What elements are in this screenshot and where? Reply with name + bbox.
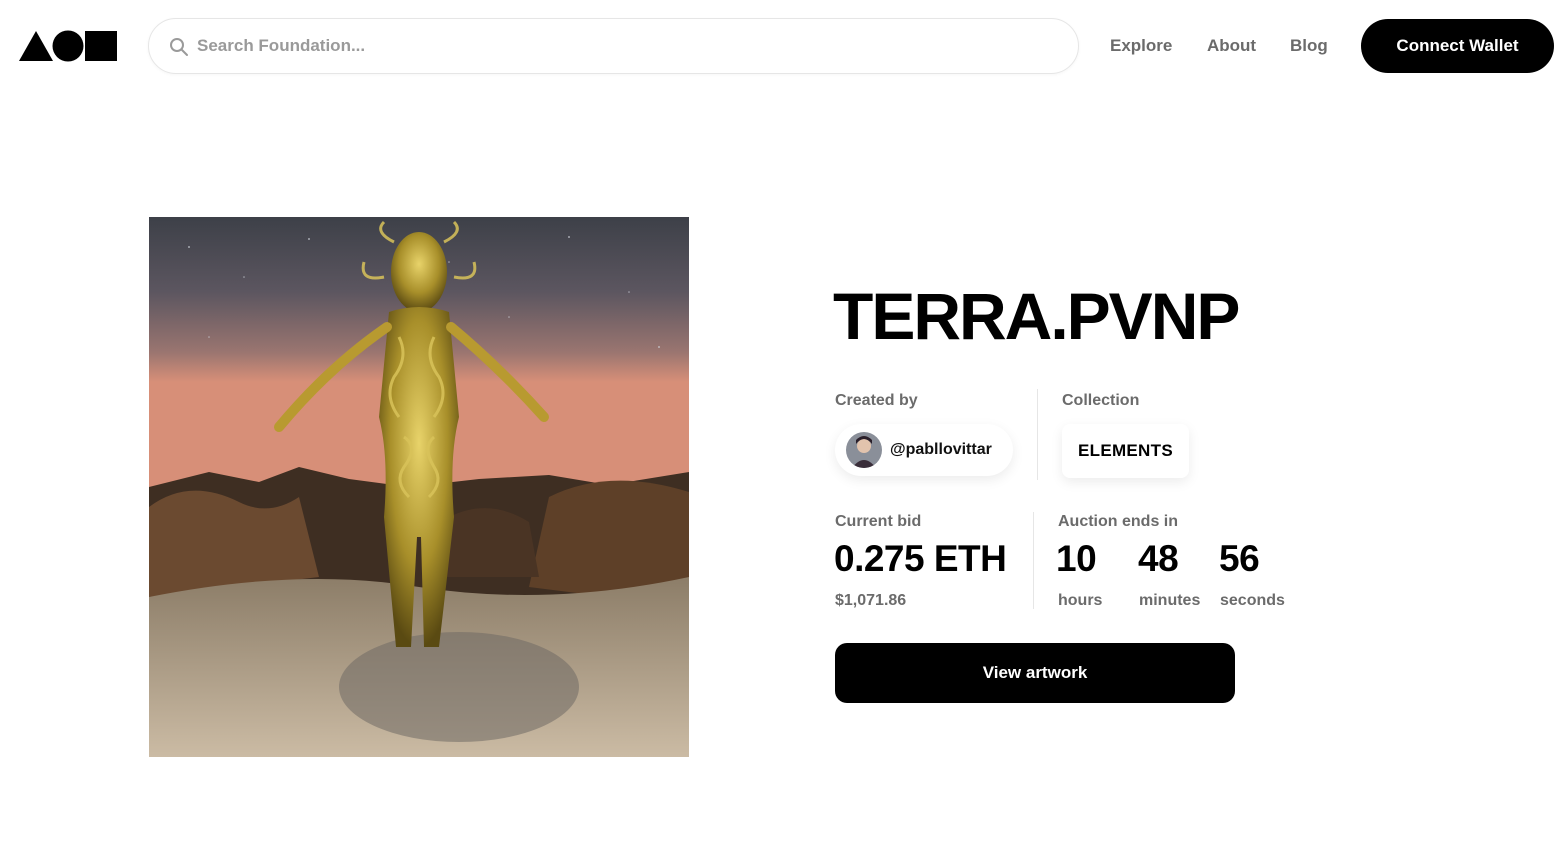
created-by-label: Created by <box>835 392 918 409</box>
artwork-image[interactable] <box>149 217 689 757</box>
search-bar[interactable] <box>148 18 1079 74</box>
search-input[interactable] <box>197 19 1057 73</box>
countdown-seconds-unit: seconds <box>1220 592 1285 609</box>
artwork-title: TERRA.PVNP <box>833 279 1240 353</box>
nav-explore[interactable]: Explore <box>1110 34 1172 58</box>
collection-name: ELEMENTS <box>1078 441 1173 460</box>
collection-label: Collection <box>1062 392 1140 409</box>
foundation-logo[interactable] <box>19 30 119 62</box>
current-bid-label: Current bid <box>835 513 922 530</box>
countdown-hours-unit: hours <box>1058 592 1103 609</box>
creator-username: @pabllovittar <box>890 441 992 458</box>
divider <box>1037 389 1038 480</box>
current-bid-value: 0.275 ETH <box>834 538 1007 579</box>
site-header: Explore About Blog Connect Wallet <box>0 0 1567 92</box>
countdown-minutes-unit: minutes <box>1139 592 1201 609</box>
avatar <box>846 432 882 468</box>
countdown-minutes: 48 <box>1138 538 1179 579</box>
countdown-hours: 10 <box>1056 538 1097 579</box>
current-bid-usd: $1,071.86 <box>835 592 907 609</box>
connect-wallet-button[interactable]: Connect Wallet <box>1361 19 1554 73</box>
view-artwork-button[interactable]: View artwork <box>835 643 1235 703</box>
countdown-seconds: 56 <box>1219 538 1260 579</box>
divider <box>1033 512 1034 609</box>
auction-ends-label: Auction ends in <box>1058 513 1178 530</box>
nav-about[interactable]: About <box>1207 34 1256 58</box>
collection-link[interactable]: ELEMENTS <box>1062 424 1189 478</box>
search-icon <box>170 38 188 56</box>
creator-link[interactable]: @pabllovittar <box>835 424 1013 476</box>
nav-blog[interactable]: Blog <box>1290 34 1328 58</box>
artwork-illustration <box>149 217 689 757</box>
